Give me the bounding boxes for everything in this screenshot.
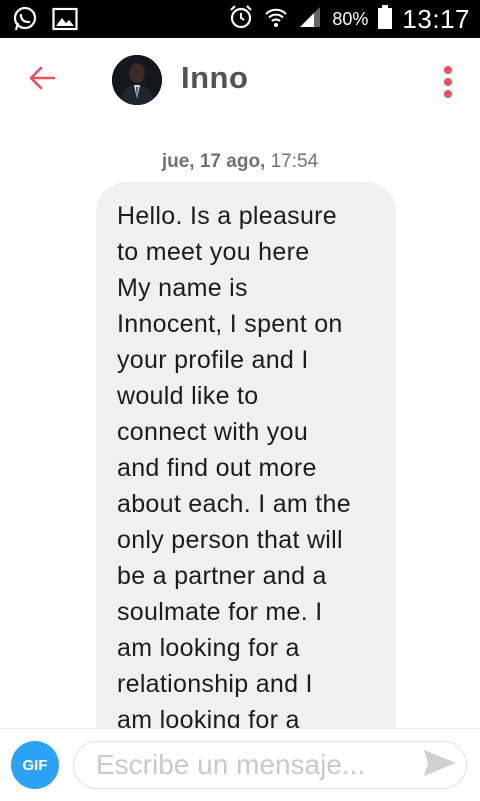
contact-name[interactable]: Inno [181,60,248,96]
message-timestamp: jue, 17 ago, 17:54 [0,151,480,173]
gallery-icon [52,7,78,36]
arrow-left-icon [28,66,56,95]
message-composer: GIF [0,728,480,801]
message-input[interactable] [96,742,416,788]
battery-icon [378,4,393,34]
timestamp-time: 17:54 [270,151,319,172]
send-button[interactable] [422,749,458,781]
status-right: 80% 13:17 [228,0,470,38]
timestamp-date: jue, 17 ago, [161,151,266,172]
alarm-icon [228,4,254,35]
whatsapp-icon [12,6,38,37]
status-bar: 80% 13:17 [0,0,480,38]
signal-icon [298,5,322,34]
conversation[interactable]: jue, 17 ago, 17:54 Hello. Is a pleasure … [0,124,480,728]
status-clock: 13:17 [402,3,470,34]
more-vertical-icon [444,66,452,74]
gif-label: GIF [22,756,48,774]
message-bubble[interactable]: Hello. Is a pleasure to meet you here My… [96,182,396,728]
wifi-icon [264,5,288,34]
more-options-button[interactable] [434,62,462,102]
status-left-icons [12,6,78,37]
chat-header: Inno [0,38,480,124]
gif-button[interactable]: GIF [11,741,59,789]
send-icon [423,749,457,782]
message-text: Hello. Is a pleasure to meet you here My… [117,202,351,728]
message-input-container[interactable] [73,741,467,789]
back-button[interactable] [22,60,62,100]
avatar[interactable] [112,55,162,105]
battery-percent: 80% [332,8,369,29]
